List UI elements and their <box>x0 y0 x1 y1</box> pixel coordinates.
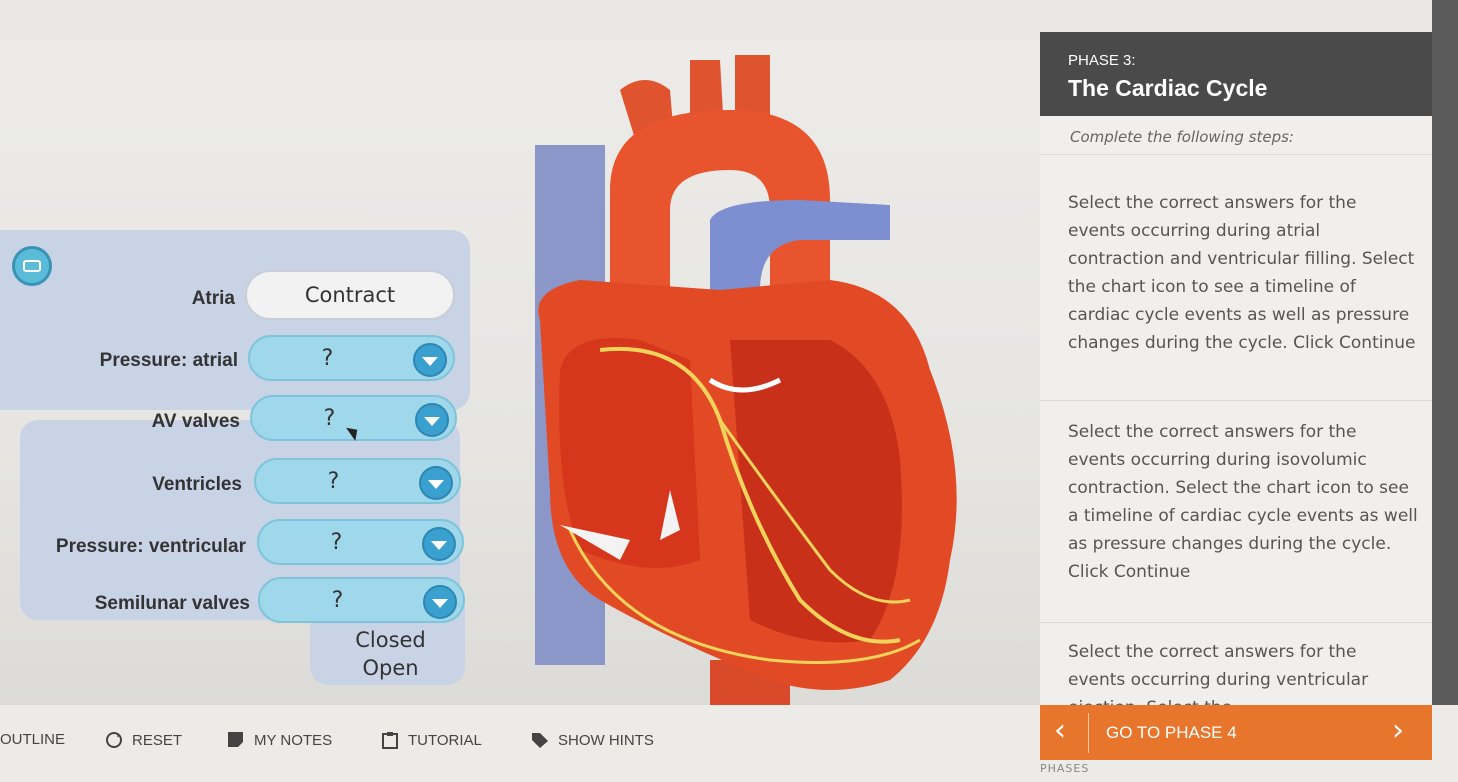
notes-icon <box>228 732 243 747</box>
semilunar-valves-value: ? <box>331 587 344 613</box>
show-hints-label: SHOW HINTS <box>558 731 654 749</box>
phase-header: PHASE 3: The Cardiac Cycle <box>1040 32 1432 116</box>
question-panel-upper <box>0 230 470 410</box>
show-hints-button[interactable]: SHOW HINTS <box>530 731 654 749</box>
clipboard-icon <box>382 732 398 749</box>
semilunar-valves-select[interactable]: ? <box>258 577 465 623</box>
atria-label: Atria <box>191 288 235 309</box>
step-text: Select the correct answers for the event… <box>1068 642 1369 705</box>
pressure-ventricular-value: ? <box>330 529 343 555</box>
chevron-down-icon[interactable] <box>413 343 447 377</box>
chevron-down-icon[interactable] <box>422 527 456 561</box>
chevron-down-icon[interactable] <box>423 585 457 619</box>
step-number: 2 <box>1040 189 1044 207</box>
ventricles-value: ? <box>327 468 340 494</box>
ventricles-label: Ventricles <box>152 474 242 495</box>
my-notes-label: MY NOTES <box>254 731 333 749</box>
phases-indicator: PHASES <box>1040 762 1090 775</box>
chevron-right-icon[interactable]: › <box>1392 713 1404 748</box>
reset-label: RESET <box>132 731 183 749</box>
option-open[interactable]: Open <box>362 656 418 680</box>
window-icon <box>23 260 41 272</box>
step-text: Select the correct answers for the event… <box>1068 422 1418 582</box>
chevron-down-icon[interactable] <box>419 466 453 500</box>
semilunar-valves-label: Semilunar valves <box>94 593 250 614</box>
tutorial-label: TUTORIAL <box>408 731 482 749</box>
divider <box>1040 400 1432 401</box>
divider <box>1088 713 1089 753</box>
phase-number: PHASE 3: <box>1068 52 1136 69</box>
dropdown-options: Closed Open <box>318 620 463 688</box>
divider <box>1040 154 1432 155</box>
instructions-panel: PHASE 3: The Cardiac Cycle Complete the … <box>1040 32 1432 705</box>
ventricles-select[interactable]: ? <box>254 458 461 504</box>
pressure-atrial-value: ? <box>321 345 334 371</box>
chevron-left-icon[interactable]: ‹ <box>1054 713 1066 748</box>
pressure-atrial-label: Pressure: atrial <box>99 350 238 371</box>
tag-icon <box>532 733 548 748</box>
reset-button[interactable]: RESET <box>104 731 182 749</box>
go-to-phase-button[interactable]: ‹ GO TO PHASE 4 › <box>1040 705 1432 760</box>
av-valves-value: ? <box>323 405 336 431</box>
pressure-ventricular-label: Pressure: ventricular <box>55 536 246 557</box>
tutorial-button[interactable]: TUTORIAL <box>380 731 482 749</box>
option-closed[interactable]: Closed <box>355 628 426 652</box>
go-to-phase-label: GO TO PHASE 4 <box>1106 723 1237 742</box>
my-notes-button[interactable]: MY NOTES <box>226 731 332 749</box>
step-number: 3 <box>1040 418 1044 436</box>
chevron-down-icon[interactable] <box>415 403 449 437</box>
instructions-intro: Complete the following steps: <box>1070 128 1294 146</box>
minimize-panel-button[interactable] <box>12 246 52 286</box>
divider <box>1040 622 1432 623</box>
pressure-atrial-select[interactable]: ? <box>248 335 455 381</box>
heart-illustration <box>535 55 957 705</box>
screen-edge <box>1432 0 1458 782</box>
reset-icon <box>106 732 122 748</box>
step-text: Select the correct answers for the event… <box>1068 193 1416 353</box>
pressure-ventricular-select[interactable]: ? <box>257 519 464 565</box>
av-valves-label: AV valves <box>151 411 240 432</box>
phase-title: The Cardiac Cycle <box>1068 75 1268 101</box>
left-ventricle <box>730 340 902 643</box>
atria-answer[interactable]: Contract <box>245 270 455 320</box>
outline-label: OUTLINE <box>0 731 66 748</box>
outline-button[interactable]: OUTLINE <box>0 731 65 748</box>
step-number: 4 <box>1040 638 1044 656</box>
bottom-toolbar: OUTLINE RESET MY NOTES TUTORIAL SHOW HIN… <box>0 705 1458 782</box>
